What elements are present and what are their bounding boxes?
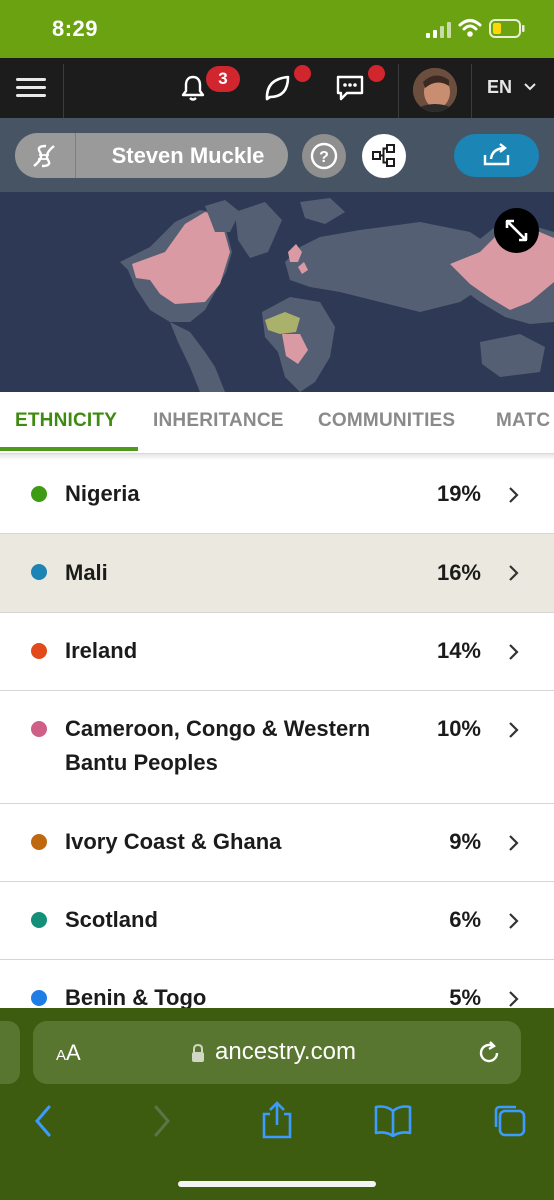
ethnicity-row-cameroon-congo[interactable]: Cameroon, Congo & Western Bantu Peoples … [0,691,554,804]
text-size-button[interactable]: AA [56,1040,81,1066]
wifi-icon [458,19,482,37]
active-tab-indicator [0,447,138,451]
ethnicity-color-dot [31,643,47,659]
chevron-right-icon [509,644,519,660]
ethnicity-name: Nigeria [65,481,140,506]
ethnicity-percent: 19% [436,481,481,506]
tab-ethnicity[interactable]: ETHNICITY [15,392,117,452]
person-selector[interactable]: Steven Muckle [15,133,288,178]
bookmarks-icon[interactable] [374,1103,412,1137]
language-selector[interactable]: EN [487,77,512,98]
chevron-right-icon [509,913,519,929]
ethnicity-map[interactable] [0,192,554,392]
avatar[interactable] [413,68,457,112]
messages-icon[interactable] [335,73,365,103]
ethnicity-name: Ireland [65,638,138,663]
messages-indicator-dot [368,65,385,82]
cellular-signal-icon [426,22,451,38]
tab-inheritance[interactable]: INHERITANCE [153,392,284,452]
ethnicity-color-dot [31,912,47,928]
expand-map-button[interactable] [494,208,539,253]
home-indicator [178,1181,376,1187]
ethnicity-color-dot [31,486,47,502]
notifications-bell-icon[interactable] [178,73,208,103]
status-bar: 8:29 [0,0,554,58]
share-icon [483,143,510,166]
tabs-icon[interactable] [492,1103,528,1139]
notification-count-badge: 3 [206,66,240,92]
ethnicity-percent: 16% [436,560,481,585]
ethnicity-name-line2: Bantu Peoples [65,750,218,775]
ethnicity-percent: 10% [436,716,481,741]
help-icon: ? [310,142,338,170]
ethnicity-row-nigeria[interactable]: Nigeria 19% [0,456,554,534]
ethnicity-row-ivory-coast-ghana[interactable]: Ivory Coast & Ghana 9% [0,804,554,882]
svg-text:?: ? [319,149,329,166]
lock-icon [192,1043,204,1062]
ethnicity-row-mali[interactable]: Mali 16% [0,534,554,613]
previous-tab-peek[interactable] [0,1021,20,1084]
reload-icon[interactable] [476,1040,502,1066]
ethnicity-color-dot [31,721,47,737]
ethnicity-name-line1: Cameroon, Congo & Western [65,716,371,741]
ethnicity-name: Ivory Coast & Ghana [65,829,282,854]
header-divider [398,64,399,118]
hints-leaf-icon[interactable] [262,73,292,103]
person-name: Steven Muckle [111,143,265,168]
battery-icon [489,19,525,38]
ethnicity-color-dot [31,990,47,1006]
pill-divider [75,133,76,178]
ethnicity-percent: 9% [449,829,481,854]
share-button[interactable] [454,134,539,177]
family-tree-button[interactable] [362,134,406,178]
ethnicity-percent: 14% [436,638,481,663]
chevron-right-icon [509,487,519,503]
ethnicity-row-scotland[interactable]: Scotland 6% [0,882,554,960]
chevron-right-icon [509,835,519,851]
forward-icon[interactable] [150,1103,174,1139]
chevron-right-icon [509,991,519,1007]
world-map [120,198,554,392]
menu-icon[interactable] [14,73,48,103]
header-divider [63,64,64,118]
tab-matches[interactable]: MATC [496,392,550,452]
share-sheet-icon[interactable] [260,1100,294,1140]
ethnicity-name: Mali [65,560,108,585]
hints-indicator-dot [294,65,311,82]
back-icon[interactable] [31,1103,55,1139]
tree-icon [372,144,395,167]
status-time: 8:29 [52,16,99,41]
ethnicity-color-dot [31,834,47,850]
header-divider [471,64,472,118]
expand-icon [505,219,528,242]
chevron-right-icon [509,722,519,738]
tab-bar: ETHNICITY INHERITANCE COMMUNITIES MATC [0,392,554,454]
chevron-right-icon [509,565,519,581]
app-header [0,58,554,118]
help-button[interactable]: ? [302,134,346,178]
chevron-down-icon [524,83,536,91]
ethnicity-color-dot [31,564,47,580]
ethnicity-percent: 6% [449,907,481,932]
ethnicity-row-ireland[interactable]: Ireland 14% [0,613,554,691]
tab-communities[interactable]: COMMUNITIES [318,392,455,452]
dna-icon [21,133,67,178]
url-text: ancestry.com [215,1038,356,1065]
ethnicity-name: Scotland [65,907,158,932]
